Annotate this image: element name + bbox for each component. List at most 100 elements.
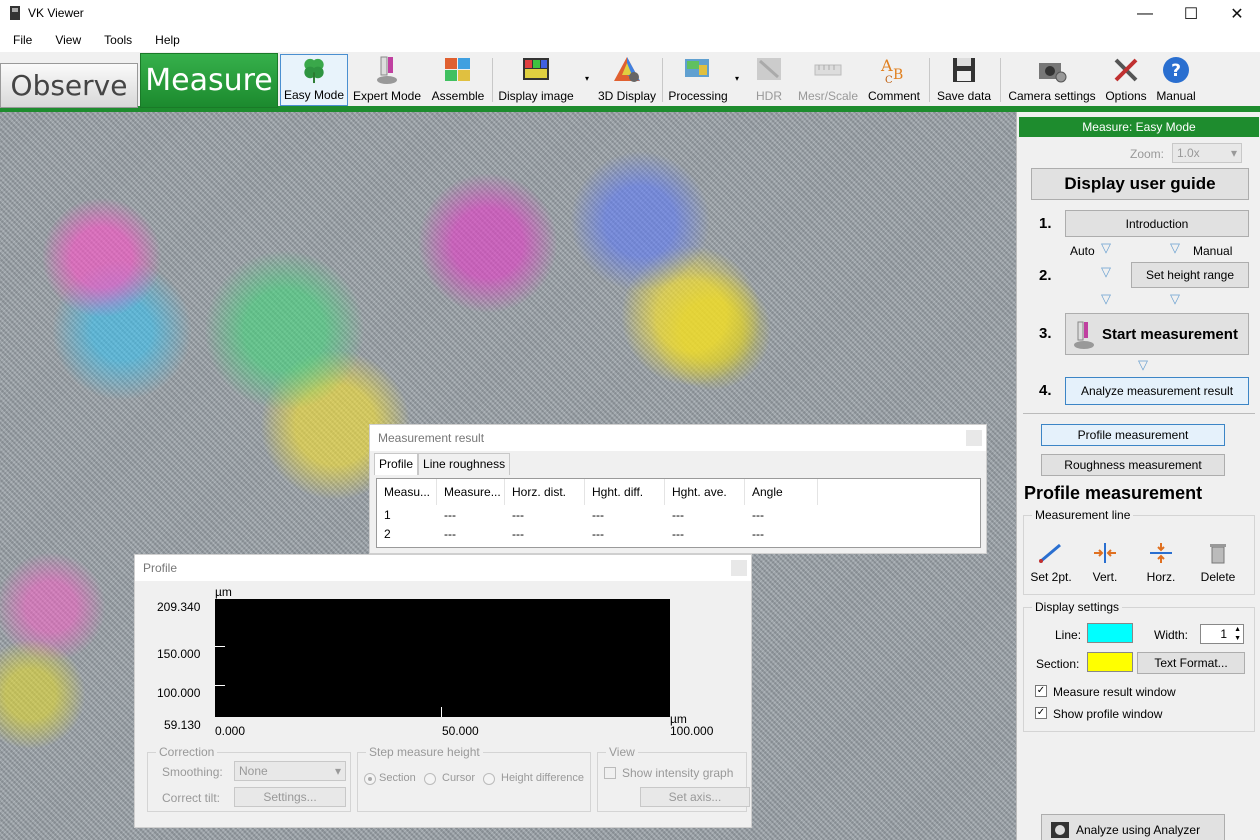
tab-line-roughness[interactable]: Line roughness bbox=[418, 453, 511, 475]
section-radio[interactable] bbox=[364, 773, 376, 785]
display-user-guide-button[interactable]: Display user guide bbox=[1031, 168, 1249, 200]
display-image-label: Display image bbox=[498, 89, 574, 103]
profile-graph[interactable] bbox=[215, 599, 670, 717]
options-button[interactable]: Options bbox=[1102, 54, 1150, 106]
measurement-result-titlebar[interactable]: Measurement result bbox=[370, 425, 986, 451]
x-tick-label: 50.000 bbox=[442, 724, 479, 738]
tab-observe[interactable]: Observe bbox=[0, 63, 138, 108]
analyze-using-analyzer-button[interactable]: Analyze using Analyzer bbox=[1041, 814, 1225, 840]
table-row[interactable]: 2 --- --- --- --- --- bbox=[377, 524, 980, 543]
hdr-button[interactable]: HDR bbox=[746, 54, 792, 106]
hdr-label: HDR bbox=[756, 89, 782, 103]
table-cell: 1 bbox=[384, 507, 391, 522]
profile-measurement-button[interactable]: Profile measurement bbox=[1041, 424, 1225, 446]
tab-measure[interactable]: Measure bbox=[140, 53, 278, 108]
column-header[interactable]: Horz. dist. bbox=[505, 479, 585, 505]
column-header[interactable]: Measure... bbox=[437, 479, 505, 505]
roughness-measurement-button[interactable]: Roughness measurement bbox=[1041, 454, 1225, 476]
vert-tool[interactable]: Vert. bbox=[1079, 536, 1131, 584]
help-icon: ? bbox=[1163, 57, 1189, 83]
table-cell: --- bbox=[752, 526, 764, 541]
settings-button[interactable]: Settings... bbox=[234, 787, 346, 807]
expert-mode-button[interactable]: Expert Mode bbox=[350, 54, 424, 106]
assemble-button[interactable]: Assemble bbox=[428, 54, 488, 106]
profile-close-button[interactable] bbox=[731, 560, 747, 576]
easy-mode-label: Easy Mode bbox=[283, 88, 345, 102]
display-image-dropdown-icon[interactable]: ▾ bbox=[585, 74, 589, 83]
profile-titlebar[interactable]: Profile bbox=[135, 555, 751, 581]
set-2pt-tool[interactable]: Set 2pt. bbox=[1025, 536, 1077, 584]
cursor-radio[interactable] bbox=[424, 773, 436, 785]
x-tick-mark bbox=[441, 707, 442, 717]
menu-file[interactable]: File bbox=[0, 33, 42, 47]
processing-button[interactable]: Processing bbox=[666, 54, 730, 106]
tab-profile[interactable]: Profile bbox=[374, 453, 419, 475]
comment-button[interactable]: ABC Comment bbox=[864, 54, 924, 106]
display-image-button[interactable]: Display image bbox=[496, 54, 576, 106]
analyze-measurement-result-button[interactable]: Analyze measurement result bbox=[1065, 377, 1249, 405]
menu-tools[interactable]: Tools bbox=[91, 33, 142, 47]
manual-button[interactable]: ? Manual bbox=[1152, 54, 1200, 106]
minimize-button[interactable]: — bbox=[1122, 0, 1168, 28]
zoom-select[interactable]: 1.0x ▾ bbox=[1172, 143, 1242, 163]
column-header[interactable]: Hght. diff. bbox=[585, 479, 665, 505]
start-measurement-button[interactable]: Start measurement bbox=[1065, 313, 1249, 355]
width-stepper[interactable]: 1 ▲ ▼ bbox=[1200, 624, 1244, 644]
y-axis-unit: µm bbox=[215, 585, 232, 599]
y-tick-mark bbox=[215, 685, 225, 686]
table-cell: --- bbox=[672, 526, 684, 541]
width-label: Width: bbox=[1154, 628, 1189, 642]
column-header[interactable]: Angle bbox=[745, 479, 818, 505]
section-color-swatch[interactable] bbox=[1087, 652, 1133, 672]
show-profile-window-label: Show profile window bbox=[1053, 707, 1163, 721]
close-button[interactable]: ✕ bbox=[1214, 0, 1260, 28]
set-axis-button[interactable]: Set axis... bbox=[640, 787, 750, 807]
analyzer-icon bbox=[1051, 822, 1069, 838]
menu-bar: File View Tools Help bbox=[0, 28, 1260, 52]
menu-help[interactable]: Help bbox=[142, 33, 190, 47]
show-intensity-checkbox[interactable] bbox=[604, 767, 616, 779]
measurement-result-table: Measu... Measure... Horz. dist. Hght. di… bbox=[376, 478, 981, 548]
3d-display-button[interactable]: 3D Display bbox=[596, 54, 658, 106]
step-measure-height-group: Step measure height Section Cursor Heigh… bbox=[357, 745, 591, 812]
chevron-down-icon: ▾ bbox=[334, 764, 341, 778]
horz-tool[interactable]: Horz. bbox=[1135, 536, 1187, 584]
column-header[interactable]: Hght. ave. bbox=[665, 479, 745, 505]
mesr-scale-button[interactable]: Mesr/Scale bbox=[796, 54, 860, 106]
minimize-icon: — bbox=[1137, 5, 1153, 22]
ruler-icon bbox=[814, 64, 842, 76]
spin-arrows-icon: ▲ ▼ bbox=[1234, 626, 1241, 642]
correction-group: Correction Smoothing: None ▾ Correct til… bbox=[147, 745, 351, 812]
show-profile-window-checkbox[interactable]: ✓ bbox=[1035, 707, 1047, 719]
column-header[interactable]: Measu... bbox=[377, 479, 437, 505]
mesr-scale-label: Mesr/Scale bbox=[797, 89, 859, 103]
smoothing-select[interactable]: None ▾ bbox=[234, 761, 346, 781]
horz-label: Horz. bbox=[1146, 570, 1176, 584]
menu-view[interactable]: View bbox=[42, 33, 91, 47]
manual-label: Manual bbox=[1193, 244, 1233, 258]
processing-dropdown-icon[interactable]: ▾ bbox=[735, 74, 739, 83]
tools-icon bbox=[1114, 58, 1138, 82]
measure-result-window-checkbox[interactable]: ✓ bbox=[1035, 685, 1047, 697]
panel-header: Measure: Easy Mode bbox=[1019, 117, 1259, 137]
table-row[interactable]: 1 --- --- --- --- --- bbox=[377, 505, 980, 524]
introduction-button[interactable]: Introduction bbox=[1065, 210, 1249, 237]
measurement-result-close-button[interactable] bbox=[966, 430, 982, 446]
profile-window: Profile µm 209.340 150.000 100.000 59.13… bbox=[134, 554, 752, 828]
step-number: 1. bbox=[1039, 215, 1052, 232]
step-number: 2. bbox=[1039, 267, 1052, 284]
save-data-button[interactable]: Save data bbox=[932, 54, 996, 106]
toolbar-separator bbox=[1000, 58, 1001, 102]
view-group: View Show intensity graph Set axis... bbox=[597, 745, 750, 812]
text-format-button[interactable]: Text Format... bbox=[1137, 652, 1245, 674]
line-color-swatch[interactable] bbox=[1087, 623, 1133, 643]
camera-settings-button[interactable]: Camera settings bbox=[1004, 54, 1100, 106]
easy-mode-button[interactable]: Easy Mode bbox=[280, 54, 348, 106]
delete-tool[interactable]: Delete bbox=[1192, 536, 1244, 584]
set-height-range-button[interactable]: Set height range bbox=[1131, 262, 1249, 288]
height-difference-radio[interactable] bbox=[483, 773, 495, 785]
auto-label: Auto bbox=[1070, 244, 1095, 258]
trash-icon bbox=[1210, 544, 1226, 564]
maximize-button[interactable]: ☐ bbox=[1168, 0, 1214, 28]
measurement-result-title: Measurement result bbox=[378, 431, 485, 445]
